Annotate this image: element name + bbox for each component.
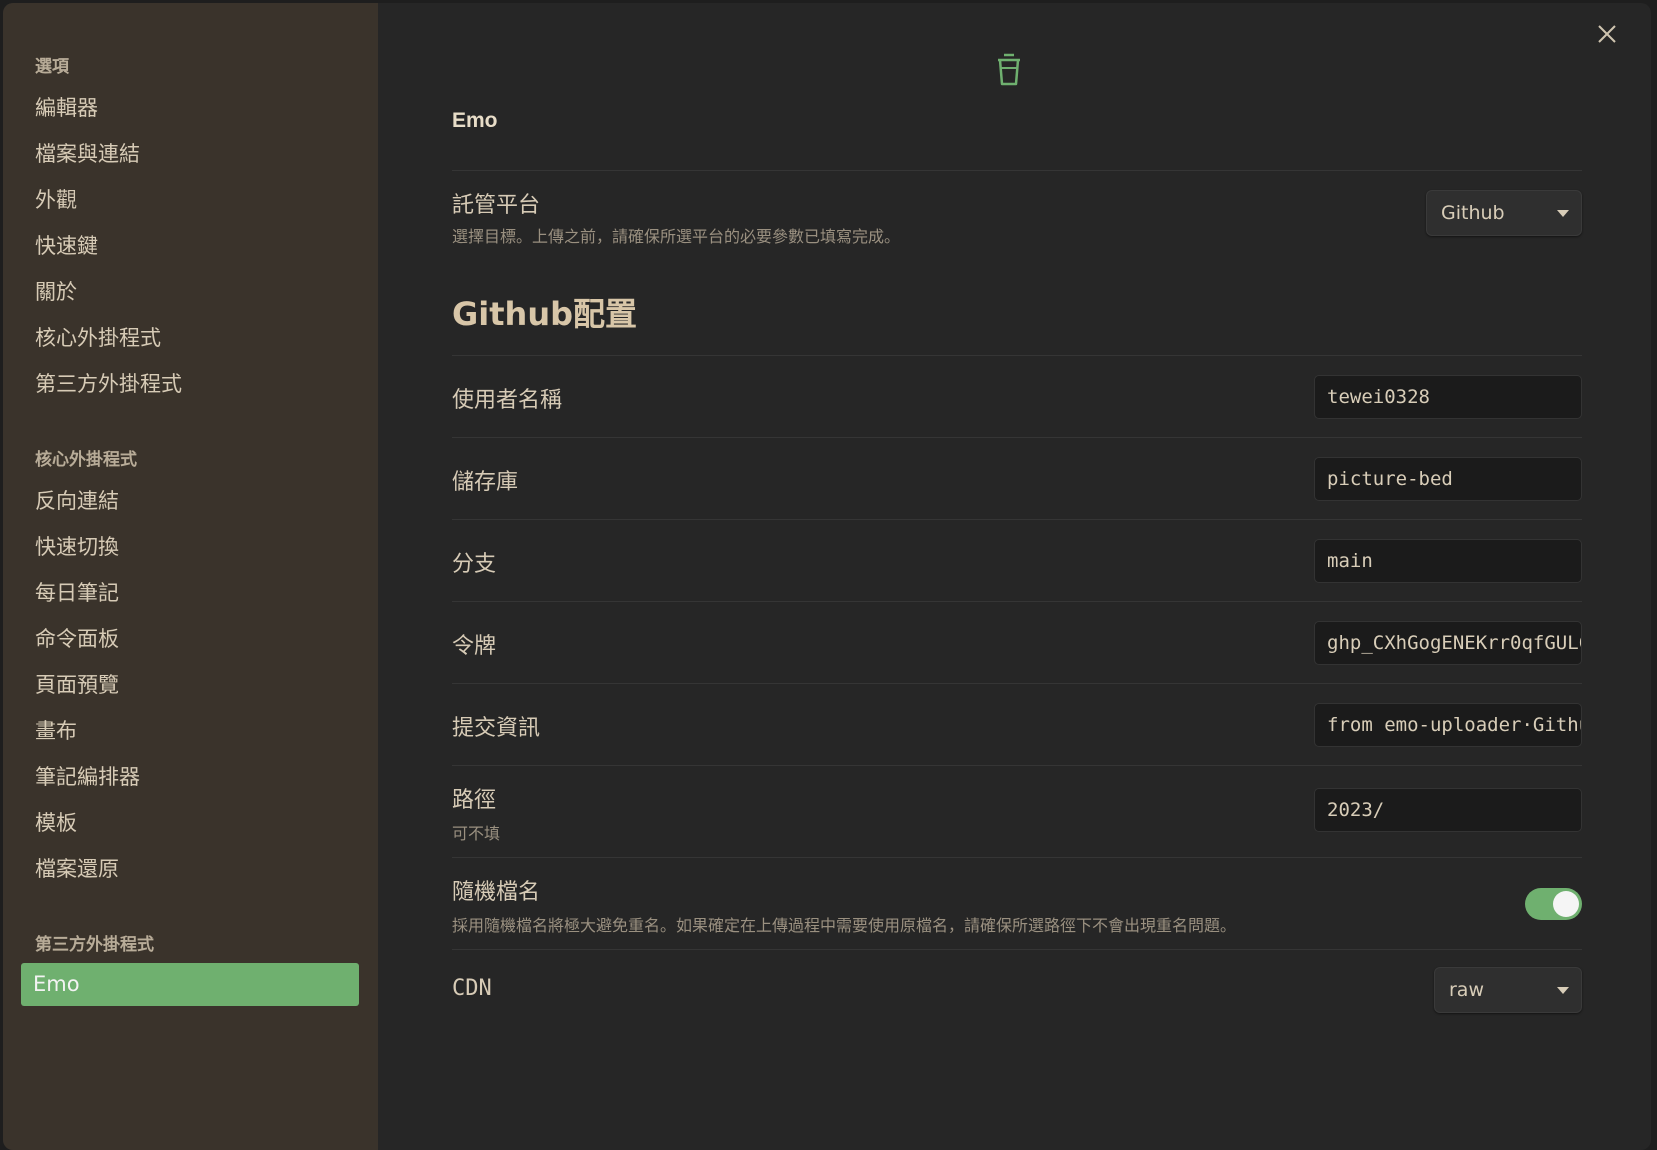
- sidebar-item-canvas[interactable]: 畫布: [3, 708, 378, 754]
- sidebar-item-appearance[interactable]: 外觀: [3, 177, 378, 223]
- chevron-down-icon: [1557, 987, 1569, 994]
- cdn-label: CDN: [452, 976, 492, 1001]
- repository-label: 儲存庫: [452, 470, 519, 495]
- random-filename-desc: 採用隨機檔名將極大避免重名。如果確定在上傳過程中需要使用原檔名，請確保所選路徑下…: [452, 916, 1237, 935]
- setting-repository: 儲存庫 picture-bed: [452, 437, 1582, 520]
- sidebar-item-hotkeys[interactable]: 快速鍵: [3, 223, 378, 269]
- hosting-desc: 選擇目標。上傳之前，請確保所選平台的必要參數已填寫完成。: [452, 227, 901, 246]
- username-label: 使用者名稱: [452, 388, 563, 413]
- core-plugins-header: 核心外掛程式: [35, 450, 137, 470]
- settings-sidebar: 選項 編輯器 檔案與連結 外觀 快速鍵 關於 核心外掛程式 第三方外掛程式 核心…: [3, 3, 378, 1150]
- sidebar-item-backlinks[interactable]: 反向連結: [3, 478, 378, 524]
- sidebar-item-quick-switcher[interactable]: 快速切換: [3, 524, 378, 570]
- cdn-selected: raw: [1449, 979, 1484, 1001]
- cdn-dropdown[interactable]: raw: [1434, 967, 1582, 1013]
- path-desc: 可不填: [452, 824, 501, 843]
- community-plugins-header: 第三方外掛程式: [35, 935, 154, 955]
- setting-random-filename: 隨機檔名 採用隨機檔名將極大避免重名。如果確定在上傳過程中需要使用原檔名，請確保…: [452, 857, 1582, 950]
- setting-username: 使用者名稱 tewei0328: [452, 355, 1582, 438]
- community-plugins-group: 第三方外掛程式 Emo: [3, 927, 378, 1006]
- sidebar-item-page-preview[interactable]: 頁面預覽: [3, 662, 378, 708]
- branch-input[interactable]: main: [1314, 539, 1582, 583]
- setting-hosting-platform: 託管平台 選擇目標。上傳之前，請確保所選平台的必要參數已填寫完成。 Github: [452, 170, 1582, 259]
- settings-modal: 選項 編輯器 檔案與連結 外觀 快速鍵 關於 核心外掛程式 第三方外掛程式 核心…: [3, 3, 1651, 1150]
- sidebar-item-daily-notes[interactable]: 每日筆記: [3, 570, 378, 616]
- setting-token: 令牌 ghp_CXhGogENEKrr0qfGULC: [452, 601, 1582, 684]
- commit-label: 提交資訊: [452, 716, 541, 741]
- sidebar-item-files-links[interactable]: 檔案與連結: [3, 131, 378, 177]
- sidebar-item-note-composer[interactable]: 筆記編排器: [3, 754, 378, 800]
- hosting-label: 託管平台: [452, 193, 541, 218]
- hosting-selected: Github: [1441, 202, 1505, 224]
- path-input[interactable]: 2023/: [1314, 788, 1582, 832]
- cup-icon: [995, 51, 1023, 87]
- branch-label: 分支: [452, 552, 497, 577]
- sidebar-item-community-plugins[interactable]: 第三方外掛程式: [3, 361, 378, 407]
- sidebar-item-core-plugins[interactable]: 核心外掛程式: [3, 315, 378, 361]
- toggle-knob: [1553, 891, 1579, 917]
- settings-content: Emo 託管平台 選擇目標。上傳之前，請確保所選平台的必要參數已填寫完成。 Gi…: [378, 3, 1651, 1150]
- sidebar-item-editor[interactable]: 編輯器: [3, 85, 378, 131]
- random-filename-label: 隨機檔名: [452, 880, 541, 905]
- setting-branch: 分支 main: [452, 519, 1582, 602]
- sidebar-item-about[interactable]: 關於: [3, 269, 378, 315]
- hosting-dropdown[interactable]: Github: [1426, 190, 1582, 236]
- core-plugins-group: 核心外掛程式 反向連結 快速切換 每日筆記 命令面板 頁面預覽 畫布 筆記編排器…: [3, 442, 378, 892]
- options-header: 選項: [35, 57, 69, 77]
- username-input[interactable]: tewei0328: [1314, 375, 1582, 419]
- setting-path: 路徑 可不填 2023/: [452, 765, 1582, 858]
- repository-input[interactable]: picture-bed: [1314, 457, 1582, 501]
- chevron-down-icon: [1557, 210, 1569, 217]
- sidebar-item-file-recovery[interactable]: 檔案還原: [3, 846, 378, 892]
- close-icon[interactable]: [1591, 18, 1623, 50]
- options-group: 選項 編輯器 檔案與連結 外觀 快速鍵 關於 核心外掛程式 第三方外掛程式: [3, 49, 378, 407]
- section-title: Github配置: [452, 295, 638, 333]
- plugin-title: Emo: [452, 109, 498, 132]
- path-label: 路徑: [452, 788, 497, 813]
- token-label: 令牌: [452, 634, 497, 659]
- setting-cdn: CDN raw: [452, 949, 1582, 1032]
- token-input[interactable]: ghp_CXhGogENEKrr0qfGULC: [1314, 621, 1582, 665]
- commit-input[interactable]: from emo-uploader·Github: [1314, 703, 1582, 747]
- random-filename-toggle[interactable]: [1525, 888, 1582, 920]
- sidebar-item-command-palette[interactable]: 命令面板: [3, 616, 378, 662]
- sidebar-item-emo[interactable]: Emo: [21, 963, 359, 1006]
- sidebar-item-templates[interactable]: 模板: [3, 800, 378, 846]
- setting-commit-message: 提交資訊 from emo-uploader·Github: [452, 683, 1582, 766]
